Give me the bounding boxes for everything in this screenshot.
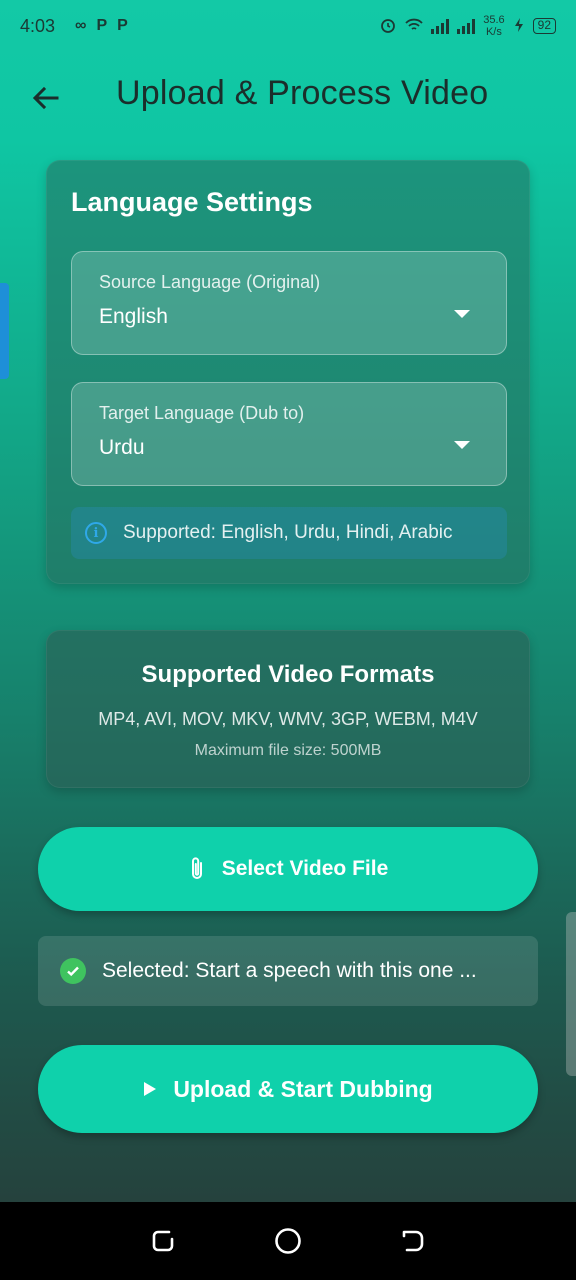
source-language-dropdown[interactable]: Source Language (Original) English [71,251,507,355]
supported-formats-card: Supported Video Formats MP4, AVI, MOV, M… [46,630,530,788]
signal-icon [431,18,450,34]
network-speed-value: 35.6 [483,14,505,26]
upload-start-dubbing-button[interactable]: Upload & Start Dubbing [38,1045,538,1133]
charging-icon [513,17,525,36]
right-edge-handle[interactable] [566,912,576,1076]
battery-indicator: 92 [532,18,556,34]
formats-list: MP4, AVI, MOV, MKV, WMV, 3GP, WEBM, M4V [98,709,478,729]
status-time: 4:03 [20,15,56,36]
status-bar: 4:03 ∞ P P 35.6 K/s 92 [0,0,576,52]
selected-file-text: Selected: Start a speech with this one .… [102,959,477,982]
info-icon: i [85,522,107,544]
upload-start-dubbing-label: Upload & Start Dubbing [173,1075,433,1102]
caret-down-icon [454,310,470,318]
alarm-icon [379,16,397,37]
caret-down-icon [454,441,470,449]
back-button[interactable] [26,78,66,118]
home-circle-icon [275,1228,301,1254]
p-app-icon-2: P [117,17,128,34]
check-circle-icon [60,958,86,984]
language-settings-title: Language Settings [71,187,313,217]
signal-icon-2 [457,18,476,34]
play-icon [143,1081,157,1097]
supported-languages-info: i Supported: English, Urdu, Hindi, Arabi… [71,507,507,559]
app-bar: Upload & Process Video [0,52,576,140]
target-language-value: Urdu [99,436,145,459]
supported-languages-text: Supported: English, Urdu, Hindi, Arabic [123,522,453,543]
recent-apps-icon [152,1230,173,1252]
source-language-value: English [99,305,168,328]
select-video-file-label: Select Video File [221,857,389,880]
recent-apps-button[interactable] [143,1221,183,1261]
p-app-icon: P [96,17,108,34]
left-edge-handle[interactable] [0,283,9,379]
arrow-left-icon [32,86,59,110]
network-speed: 35.6 K/s [483,14,504,38]
page-title: Upload & Process Video [116,74,489,112]
system-nav-bar [0,1202,576,1280]
target-language-dropdown[interactable]: Target Language (Dub to) Urdu [71,382,507,486]
back-nav-button[interactable] [393,1221,433,1261]
selected-file-indicator: Selected: Start a speech with this one .… [38,936,538,1006]
home-button[interactable] [268,1221,308,1261]
network-speed-unit: K/s [485,26,502,38]
formats-title: Supported Video Formats [141,661,435,688]
wifi-icon [405,17,423,36]
source-language-label: Source Language (Original) [99,272,321,292]
target-language-label: Target Language (Dub to) [99,403,305,423]
back-nav-icon [403,1230,424,1252]
infinity-icon: ∞ [75,17,87,34]
language-settings-card: Language Settings Source Language (Origi… [46,160,530,584]
max-file-size: Maximum file size: 500MB [194,742,382,759]
paperclip-icon [188,855,206,883]
select-video-file-button[interactable]: Select Video File [38,827,538,911]
